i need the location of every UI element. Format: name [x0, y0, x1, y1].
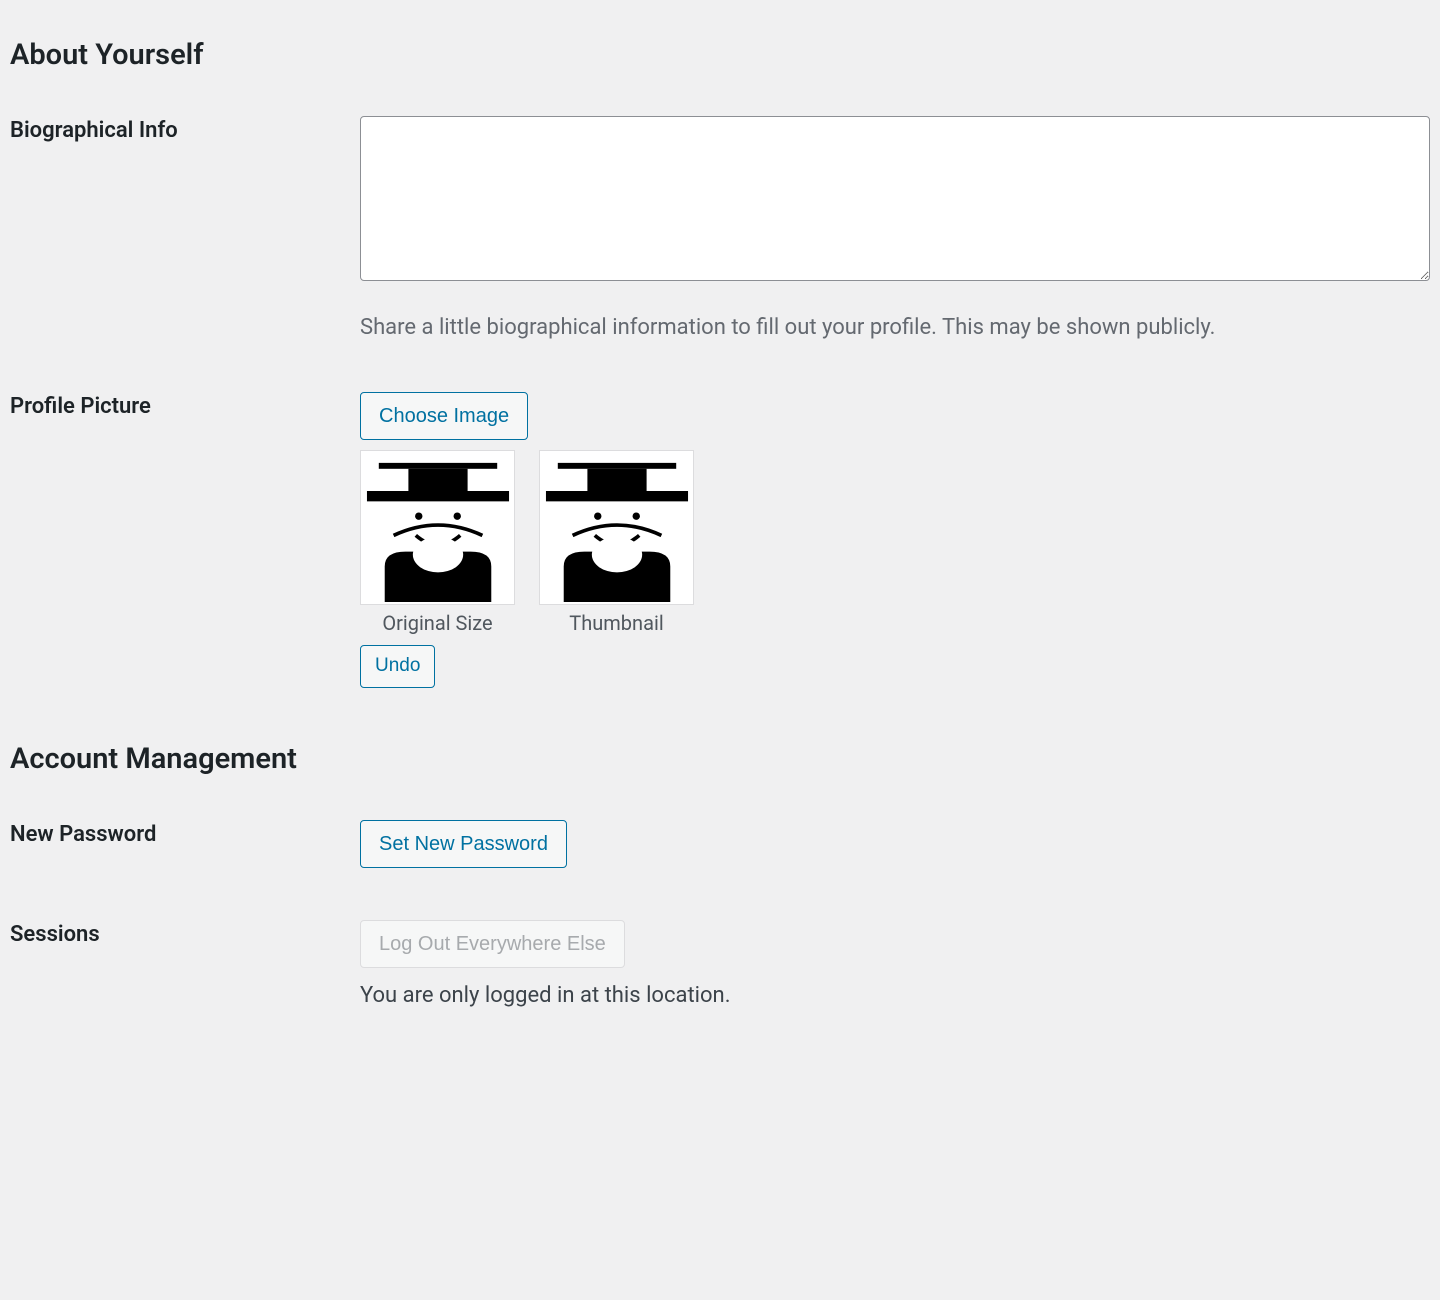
avatar-thumbnail-image	[539, 450, 694, 605]
avatar-original-caption: Original Size	[360, 611, 515, 635]
avatar-original-image	[360, 450, 515, 605]
sessions-help: You are only logged in at this location.	[360, 983, 1430, 1008]
section-about-yourself: About Yourself	[10, 38, 1430, 72]
avatar-thumbnail-caption: Thumbnail	[539, 611, 694, 635]
row-sessions: Sessions Log Out Everywhere Else You are…	[10, 894, 1430, 1034]
label-profile-picture: Profile Picture	[10, 392, 360, 419]
label-biographical-info: Biographical Info	[10, 116, 360, 143]
logout-everywhere-button: Log Out Everywhere Else	[360, 920, 625, 968]
biographical-info-help: Share a little biographical information …	[360, 315, 1430, 340]
row-biographical-info: Biographical Info Share a little biograp…	[10, 90, 1430, 366]
undo-button[interactable]: Undo	[360, 645, 435, 688]
label-new-password: New Password	[10, 820, 360, 847]
avatar-icon	[364, 454, 512, 602]
section-account-management: Account Management	[10, 742, 1430, 776]
biographical-info-textarea[interactable]	[360, 116, 1430, 281]
set-new-password-button[interactable]: Set New Password	[360, 820, 567, 868]
label-sessions: Sessions	[10, 920, 360, 947]
avatar-original: Original Size	[360, 450, 515, 635]
row-new-password: New Password Set New Password	[10, 794, 1430, 894]
row-profile-picture: Profile Picture Choose Image	[10, 366, 1430, 714]
choose-image-button[interactable]: Choose Image	[360, 392, 528, 440]
avatar-icon	[543, 454, 691, 602]
avatar-thumbnail: Thumbnail	[539, 450, 694, 635]
